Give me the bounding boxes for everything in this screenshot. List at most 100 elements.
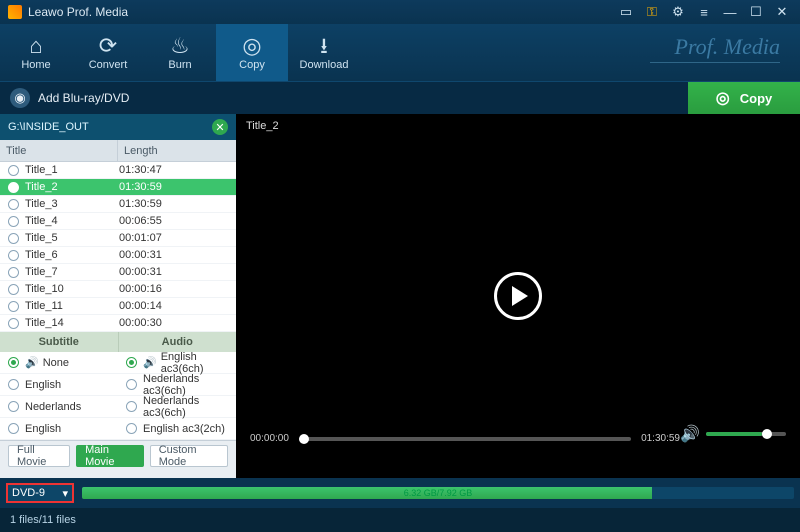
- title-name: Title_11: [25, 300, 119, 312]
- tab-home[interactable]: ⌂Home: [0, 24, 72, 81]
- radio-icon: [8, 318, 19, 329]
- audio-column: 🔊English ac3(6ch)Nederlands ac3(6ch)Nede…: [118, 352, 236, 440]
- mode-bar: Full Movie Main Movie Custom Mode: [0, 440, 236, 470]
- size-text: 6.32 GB/7.92 GB: [404, 487, 473, 499]
- volume-icon[interactable]: 🔊: [680, 424, 700, 444]
- mode-main-movie[interactable]: Main Movie: [76, 445, 144, 467]
- copy-icon: ◎: [242, 35, 261, 57]
- time-current: 00:00:00: [250, 433, 289, 444]
- title-length: 00:00:31: [119, 266, 236, 278]
- chevron-down-icon: ▾: [62, 487, 68, 500]
- title-length: 00:00:31: [119, 249, 236, 261]
- time-duration: 01:30:59: [641, 433, 680, 444]
- message-icon[interactable]: ▭: [616, 2, 636, 22]
- radio-icon: [126, 401, 137, 412]
- radio-icon: [8, 401, 19, 412]
- add-disc-button[interactable]: ◉ Add Blu-ray/DVD: [10, 88, 129, 108]
- source-path: G:\INSIDE_OUT: [8, 121, 89, 133]
- title-length: 01:30:47: [119, 164, 236, 176]
- volume-bar[interactable]: [706, 432, 786, 436]
- option-label: English ac3(2ch): [143, 423, 225, 435]
- main-toolbar: ⌂Home ⟳Convert ♨Burn ◎Copy ⭳Download Pro…: [0, 24, 800, 82]
- title-row[interactable]: Title_201:30:59: [0, 179, 236, 196]
- tab-convert[interactable]: ⟳Convert: [72, 24, 144, 81]
- option-row[interactable]: 🔊English ac3(6ch): [118, 352, 236, 374]
- title-row[interactable]: Title_301:30:59: [0, 196, 236, 213]
- radio-icon: [8, 284, 19, 295]
- title-row[interactable]: Title_400:06:55: [0, 213, 236, 230]
- minimize-icon[interactable]: —: [720, 2, 740, 22]
- mode-custom[interactable]: Custom Mode: [150, 445, 228, 467]
- subaudio-header: Subtitle Audio: [0, 332, 236, 352]
- play-button[interactable]: [494, 272, 542, 320]
- status-bar: 1 files/11 files: [0, 508, 800, 532]
- title-length: 01:30:59: [119, 181, 236, 193]
- volume-knob[interactable]: [762, 429, 772, 439]
- close-icon[interactable]: ✕: [772, 2, 792, 22]
- radio-icon: [8, 423, 19, 434]
- tab-copy[interactable]: ◎Copy: [216, 24, 288, 81]
- title-name: Title_6: [25, 249, 119, 261]
- seek-bar[interactable]: [299, 437, 631, 441]
- radio-icon: [126, 423, 137, 434]
- subtitle-header: Subtitle: [0, 332, 119, 352]
- title-length: 00:01:07: [119, 232, 236, 244]
- key-icon[interactable]: ⚿: [642, 2, 662, 22]
- title-list-header: Title Length: [0, 140, 236, 162]
- option-row[interactable]: 🔊None: [0, 352, 118, 374]
- option-label: English: [25, 379, 61, 391]
- title-row[interactable]: Title_101:30:47: [0, 162, 236, 179]
- disc-type-select[interactable]: DVD-9 ▾: [6, 483, 74, 503]
- home-icon: ⌂: [29, 35, 42, 57]
- radio-icon: [8, 250, 19, 261]
- radio-icon: [8, 301, 19, 312]
- title-row[interactable]: Title_1100:00:14: [0, 298, 236, 315]
- radio-icon: [8, 267, 19, 278]
- tab-download[interactable]: ⭳Download: [288, 24, 360, 81]
- maximize-icon[interactable]: ☐: [746, 2, 766, 22]
- option-row[interactable]: Nederlands: [0, 396, 118, 418]
- subtitle-column: 🔊NoneEnglishNederlandsEnglish: [0, 352, 118, 440]
- copy-button[interactable]: ◎ Copy: [688, 82, 800, 114]
- preview-pane: Title_2 00:00:00 01:30:59 🔊: [236, 114, 800, 478]
- option-row[interactable]: Nederlands ac3(6ch): [118, 396, 236, 418]
- option-row[interactable]: Nederlands ac3(6ch): [118, 374, 236, 396]
- menu-icon[interactable]: ≡: [694, 2, 714, 22]
- title-list: Title_101:30:47Title_201:30:59Title_301:…: [0, 162, 236, 332]
- preview-title: Title_2: [246, 120, 279, 132]
- radio-icon: [8, 233, 19, 244]
- option-row[interactable]: English ac3(2ch): [118, 418, 236, 440]
- title-row[interactable]: Title_600:00:31: [0, 247, 236, 264]
- radio-icon: [8, 165, 19, 176]
- speaker-icon: 🔊: [143, 356, 157, 369]
- title-row[interactable]: Title_700:00:31: [0, 264, 236, 281]
- action-bar: ◉ Add Blu-ray/DVD ◎ Copy: [0, 82, 800, 114]
- subaudio-body: 🔊NoneEnglishNederlandsEnglish 🔊English a…: [0, 352, 236, 440]
- title-row[interactable]: Title_500:01:07: [0, 230, 236, 247]
- mode-full-movie[interactable]: Full Movie: [8, 445, 70, 467]
- tab-burn[interactable]: ♨Burn: [144, 24, 216, 81]
- option-row[interactable]: English: [0, 374, 118, 396]
- title-row[interactable]: Title_1400:00:30: [0, 315, 236, 332]
- add-disc-icon: ◉: [10, 88, 30, 108]
- title-name: Title_4: [25, 215, 119, 227]
- title-name: Title_7: [25, 266, 119, 278]
- source-close-icon[interactable]: ✕: [212, 119, 228, 135]
- title-row[interactable]: Title_1000:00:16: [0, 281, 236, 298]
- radio-icon: [8, 216, 19, 227]
- download-icon: ⭳: [320, 35, 328, 57]
- audio-header: Audio: [119, 332, 237, 352]
- brand-text: Prof. Media: [675, 34, 781, 60]
- timeline: 00:00:00 01:30:59: [250, 433, 680, 444]
- title-name: Title_2: [25, 181, 119, 193]
- title-name: Title_3: [25, 198, 119, 210]
- radio-icon: [126, 379, 137, 390]
- size-progress: 6.32 GB/7.92 GB: [82, 487, 794, 499]
- seek-knob[interactable]: [299, 434, 309, 444]
- gear-icon[interactable]: ⚙: [668, 2, 688, 22]
- option-row[interactable]: English: [0, 418, 118, 440]
- radio-icon: [8, 357, 19, 368]
- bottom-bar: DVD-9 ▾ 6.32 GB/7.92 GB: [0, 478, 800, 508]
- title-name: Title_1: [25, 164, 119, 176]
- source-row: G:\INSIDE_OUT ✕: [0, 114, 236, 140]
